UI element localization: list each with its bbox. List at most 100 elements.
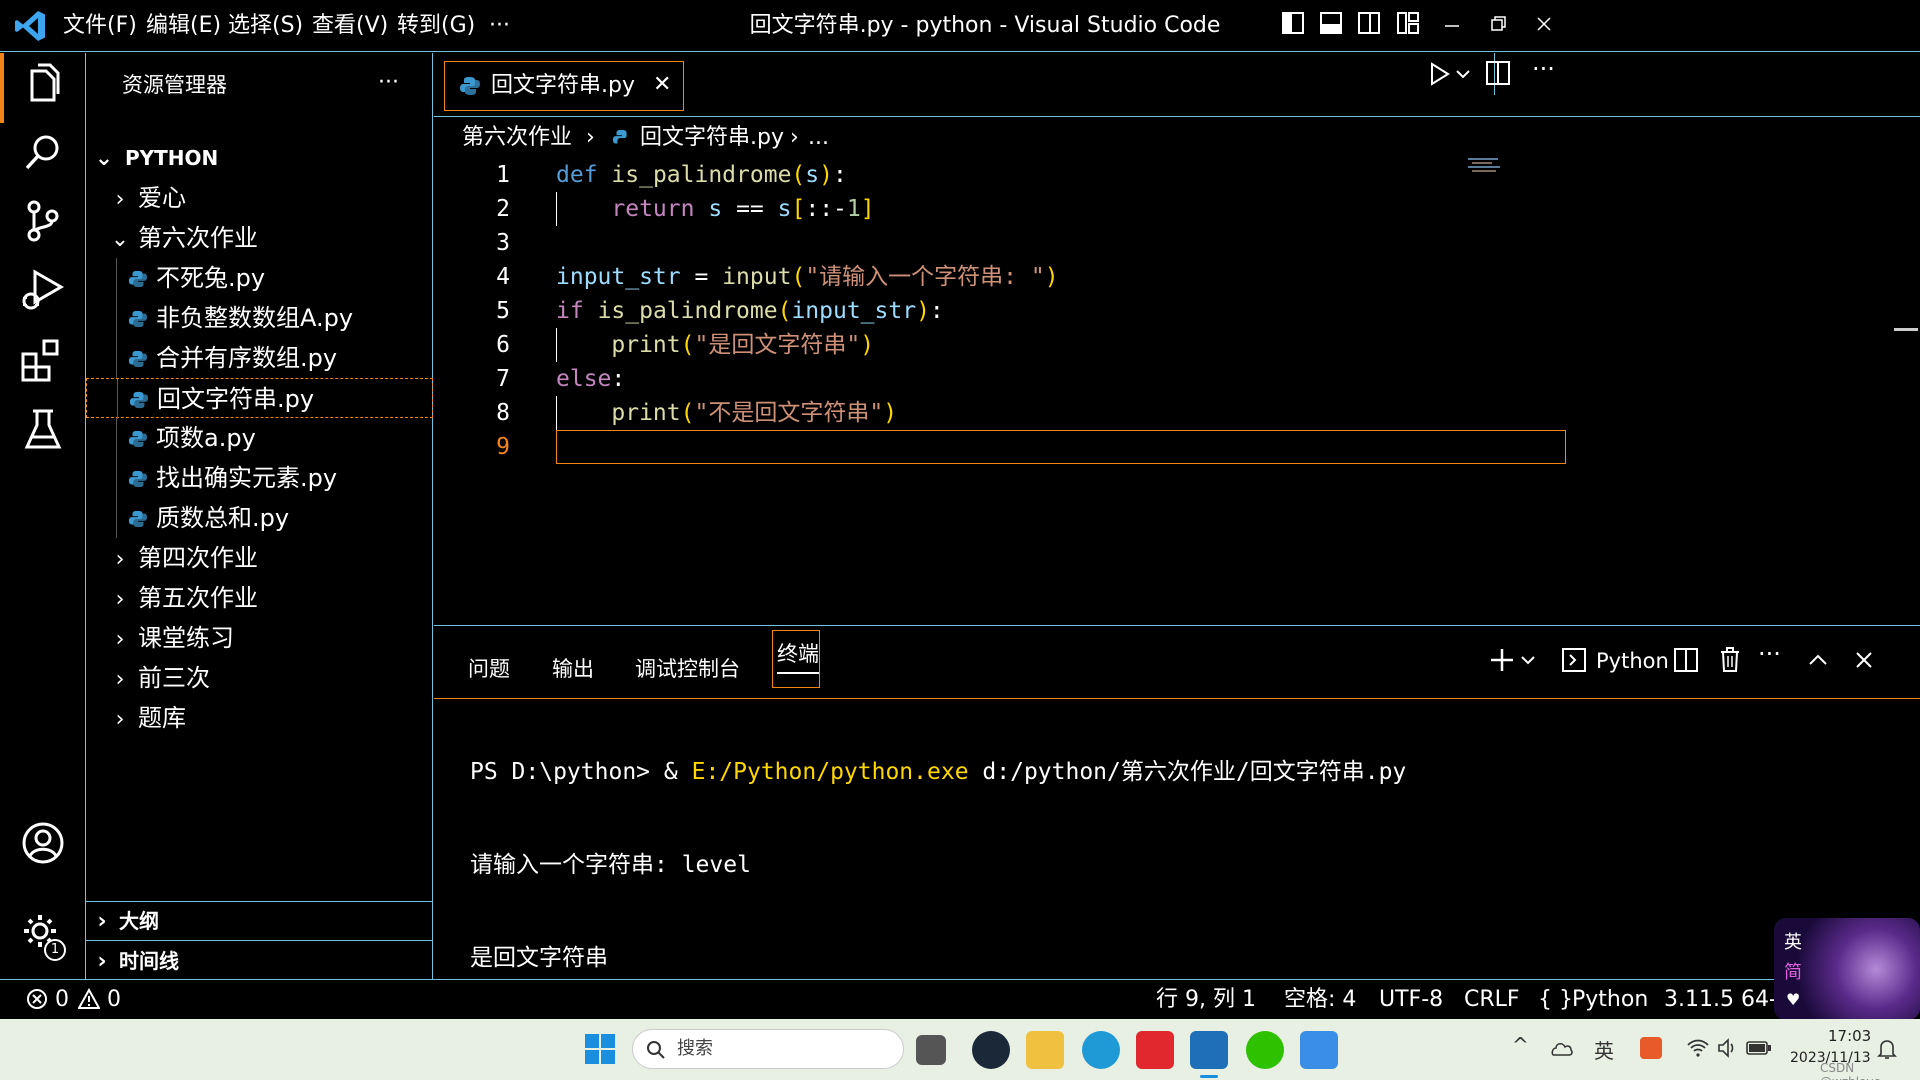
menu-go[interactable]: 转到(G) (397, 0, 475, 52)
tray-overflow-icon[interactable]: ^ (1512, 1033, 1529, 1057)
toggle-sidebar-icon[interactable] (1281, 11, 1305, 35)
split-terminal-icon[interactable] (1672, 646, 1700, 674)
run-python-file-icon[interactable] (1424, 59, 1454, 89)
panel-tab-output[interactable]: 输出 (552, 644, 594, 694)
source-control-icon[interactable] (18, 196, 68, 246)
extensions-icon[interactable] (18, 335, 68, 385)
split-editor-icon[interactable] (1484, 59, 1512, 87)
terminal-shell-label[interactable]: Python (1596, 644, 1669, 678)
customize-layout-icon[interactable] (1396, 11, 1420, 35)
chevron-right-icon: › (115, 547, 125, 572)
notepad-icon[interactable] (1300, 1031, 1338, 1069)
vscode-logo-icon[interactable] (12, 8, 48, 44)
tab-close-button[interactable]: ✕ (653, 62, 671, 108)
cursor-position[interactable]: 行 9, 列 1 (1156, 980, 1256, 1020)
sogou-ime-icon[interactable] (1640, 1037, 1662, 1059)
trash-icon[interactable] (1716, 644, 1744, 674)
menu-more[interactable]: ··· (489, 0, 510, 52)
tree-file[interactable]: 非负整数数组A.py (86, 298, 433, 338)
tree-file[interactable]: 合并有序数组.py (86, 338, 433, 378)
maximize-panel-icon[interactable] (1806, 648, 1830, 672)
panel-tab-problems[interactable]: 问题 (468, 644, 510, 694)
netease-music-icon[interactable] (1136, 1031, 1174, 1069)
tree-file[interactable]: 不死兔.py (86, 258, 433, 298)
notification-bell-icon[interactable] (1876, 1037, 1898, 1061)
terminal-shell-icon[interactable] (1560, 646, 1588, 674)
tree-folder[interactable]: › 题库 (86, 698, 433, 738)
tab-palindrome-py[interactable]: 回文字符串.py ✕ (444, 61, 684, 111)
tray-ime-indicator[interactable]: 英 (1594, 1035, 1614, 1064)
close-window-icon[interactable] (1534, 14, 1554, 34)
run-debug-icon[interactable] (18, 265, 68, 315)
tree-folder[interactable]: › 前三次 (86, 658, 433, 698)
code-line-5: if is_palindrome(input_str): (556, 298, 944, 324)
menu-edit[interactable]: 编辑(E) (146, 0, 221, 52)
tree-file[interactable]: 回文字符串.py (86, 378, 433, 419)
tree-folder[interactable]: › 爱心 (86, 178, 433, 218)
indent-guide (116, 258, 117, 298)
panel-tab-debug-console[interactable]: 调试控制台 (635, 644, 740, 694)
workspace-root[interactable]: ⌄ PYTHON (86, 138, 433, 178)
tree-file[interactable]: 项数a.py (86, 418, 433, 458)
breadcrumb-folder[interactable]: 第六次作业 (462, 118, 572, 158)
outline-section[interactable]: › 大纲 (86, 901, 433, 941)
menu-view[interactable]: 查看(V) (312, 0, 388, 52)
explorer-more-button[interactable]: ··· (378, 65, 399, 101)
windows-start-icon[interactable] (584, 1033, 616, 1065)
vscode-taskbar-icon[interactable] (1190, 1031, 1228, 1069)
chevron-down-icon[interactable] (1520, 652, 1536, 668)
search-icon[interactable] (18, 128, 68, 178)
toggle-panel-icon[interactable] (1319, 11, 1343, 35)
minimap[interactable] (1468, 156, 1504, 172)
tree-folder[interactable]: › 第四次作业 (86, 538, 433, 578)
ime-mode[interactable]: 简 (1784, 958, 1802, 984)
indent-guide (117, 379, 118, 419)
ime-floating-widget[interactable]: 英 简 ♥ (1774, 918, 1920, 1020)
encoding-status[interactable]: UTF-8 (1379, 980, 1443, 1020)
panel-more-button[interactable]: ··· (1758, 640, 1781, 668)
chevron-right-icon: › (115, 667, 125, 692)
tree-folder[interactable]: ⌄ 第六次作业 (86, 218, 433, 258)
steam-icon[interactable] (972, 1031, 1010, 1069)
wechat-icon[interactable] (1246, 1031, 1284, 1069)
clock-time[interactable]: 17:03 (1828, 1027, 1871, 1045)
language-mode[interactable]: Python (1572, 980, 1648, 1020)
new-terminal-icon[interactable] (1488, 646, 1516, 674)
timeline-section[interactable]: › 时间线 (86, 941, 433, 981)
battery-icon[interactable] (1746, 1039, 1772, 1057)
close-panel-icon[interactable] (1852, 648, 1876, 672)
tree-file[interactable]: 找出确实元素.py (86, 458, 433, 498)
edge-browser-icon[interactable] (1082, 1031, 1120, 1069)
tree-item-label: 找出确实元素.py (156, 464, 338, 492)
menu-selection[interactable]: 选择(S) (228, 0, 303, 52)
volume-icon[interactable] (1716, 1037, 1740, 1059)
accounts-icon[interactable] (18, 818, 68, 868)
ime-lang[interactable]: 英 (1784, 928, 1802, 954)
editor-more-button[interactable]: ··· (1532, 55, 1555, 83)
tree-file[interactable]: 质数总和.py (86, 498, 433, 538)
taskbar-search-box[interactable]: 搜索 (632, 1029, 904, 1069)
menu-file[interactable]: 文件(F) (63, 0, 137, 52)
file-explorer-icon[interactable] (1026, 1031, 1064, 1069)
eol-status[interactable]: CRLF (1464, 980, 1520, 1020)
restore-icon[interactable] (1488, 14, 1508, 34)
indentation-status[interactable]: 空格: 4 (1284, 980, 1356, 1020)
toggle-secondary-sidebar-icon[interactable] (1357, 11, 1381, 35)
testing-icon[interactable] (18, 405, 68, 455)
breadcrumb-file[interactable]: 回文字符串.py (640, 118, 784, 158)
task-view-icon[interactable] (916, 1035, 946, 1065)
problems-status[interactable]: 0 0 (26, 980, 121, 1020)
tree-folder[interactable]: › 课堂练习 (86, 618, 433, 658)
chevron-down-icon[interactable] (1454, 65, 1472, 83)
ime-settings-icon[interactable]: ♥ (1786, 990, 1800, 1009)
python-file-icon (128, 510, 148, 528)
breadcrumb-symbol[interactable]: ... (808, 118, 829, 158)
panel-tab-terminal[interactable]: 终端 (777, 634, 819, 674)
wifi-icon[interactable] (1686, 1037, 1710, 1059)
onedrive-icon[interactable] (1548, 1037, 1574, 1059)
explorer-icon[interactable] (18, 58, 68, 108)
minimize-icon[interactable] (1442, 16, 1462, 36)
tree-item-label: 爱心 (138, 184, 186, 212)
tree-folder[interactable]: › 第五次作业 (86, 578, 433, 618)
code-editor[interactable]: 1 2 3 4 5 6 7 8 9 def is_palindrome(s): return s… (434, 158, 1920, 624)
